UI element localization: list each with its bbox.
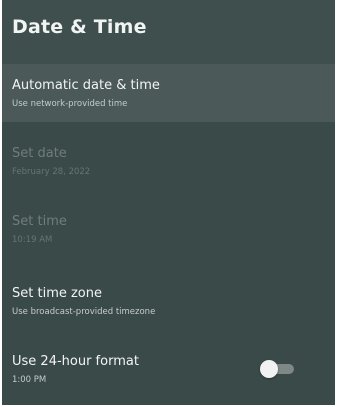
page-title: Date & Time — [12, 16, 147, 38]
item-label: Set time zone — [12, 286, 102, 301]
item-summary: Use network-provided time — [12, 99, 128, 109]
set-time-item: Set time 10:19 AM — [2, 200, 335, 258]
item-label: Set date — [12, 146, 67, 161]
item-label: Set time — [12, 214, 67, 229]
settings-panel: Date & Time Automatic date & time Use ne… — [2, 0, 335, 405]
use-24-hour-format-item[interactable]: Use 24-hour format 1:00 PM — [2, 340, 335, 398]
item-summary: Use broadcast-provided timezone — [12, 307, 156, 317]
item-summary: February 28, 2022 — [12, 167, 91, 177]
header: Date & Time — [2, 0, 335, 64]
item-label: Automatic date & time — [12, 78, 160, 93]
item-summary: 1:00 PM — [12, 375, 47, 385]
toggle-thumb — [260, 360, 278, 378]
automatic-date-time-item[interactable]: Automatic date & time Use network-provid… — [2, 64, 335, 122]
24-hour-format-toggle[interactable] — [260, 360, 296, 378]
set-date-item: Set date February 28, 2022 — [2, 132, 335, 190]
item-label: Use 24-hour format — [12, 354, 139, 369]
item-summary: 10:19 AM — [12, 235, 53, 245]
set-time-zone-item[interactable]: Set time zone Use broadcast-provided tim… — [2, 272, 335, 330]
